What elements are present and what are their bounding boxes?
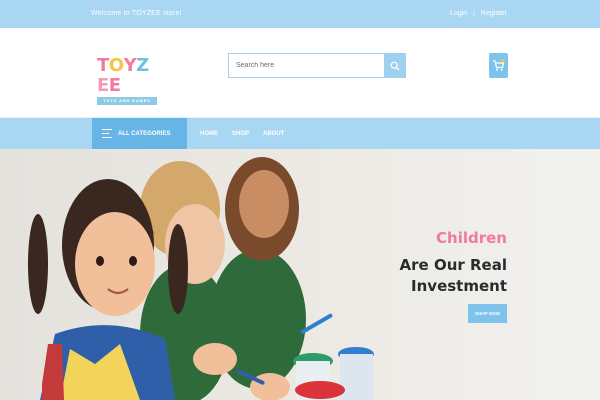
hero-headline-line2: Investment	[411, 277, 507, 295]
logo-letter: E	[108, 75, 121, 96]
main-nav: ALL CATEGORIES HOME SHOP ABOUT	[0, 118, 600, 149]
hero-headline-accent: Children	[436, 229, 507, 247]
nav-link-shop[interactable]: SHOP	[232, 131, 249, 137]
search-box	[228, 53, 406, 78]
logo-wordmark: TOYZEE	[97, 56, 159, 96]
hero-children-image	[0, 149, 600, 400]
search-input[interactable]	[229, 54, 385, 77]
search-button[interactable]	[384, 54, 405, 77]
menu-icon	[102, 128, 112, 139]
top-bar: Welcome to TOYZEE store! Login | Registe…	[0, 0, 600, 28]
logo-letter: T	[97, 55, 109, 76]
logo-letter: E	[97, 75, 109, 96]
site-header: TOYZEE TOYS AND GAMES	[0, 28, 600, 118]
logo-letter: Y	[123, 55, 137, 76]
logo-letter: Z	[136, 55, 149, 76]
welcome-message: Welcome to TOYZEE store!	[91, 10, 182, 17]
shop-now-button[interactable]: SHOP NOW	[468, 304, 507, 323]
site-logo[interactable]: TOYZEE TOYS AND GAMES	[97, 56, 159, 105]
auth-links: Login | Register	[450, 10, 507, 17]
all-categories-label: ALL CATEGORIES	[118, 130, 171, 137]
nav-link-about[interactable]: ABOUT	[263, 131, 284, 137]
auth-separator: |	[473, 10, 475, 17]
all-categories-button[interactable]: ALL CATEGORIES	[92, 118, 187, 149]
hero-headline: Are Our Real Investment	[400, 255, 507, 297]
cart-button[interactable]	[489, 53, 508, 78]
cart-icon	[493, 59, 505, 71]
register-link[interactable]: Register	[481, 10, 507, 17]
logo-letter: O	[108, 55, 124, 76]
hero-banner: Children Are Our Real Investment SHOP NO…	[0, 149, 600, 400]
search-icon	[390, 61, 399, 70]
logo-tagline: TOYS AND GAMES	[97, 97, 157, 105]
nav-link-home[interactable]: HOME	[200, 131, 218, 137]
hero-headline-line1: Are Our Real	[399, 256, 507, 274]
nav-links: HOME SHOP ABOUT	[200, 118, 298, 149]
login-link[interactable]: Login	[450, 10, 467, 17]
